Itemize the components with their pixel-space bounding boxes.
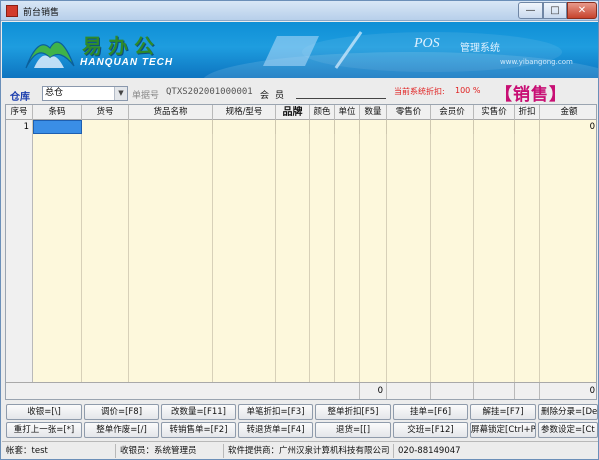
- discount-cell[interactable]: [515, 120, 540, 134]
- column-divider: [128, 120, 129, 382]
- order-discount-button[interactable]: 整单折扣[F5]: [315, 404, 391, 420]
- col-header-amount[interactable]: 金额: [540, 105, 596, 120]
- close-button[interactable]: ✕: [567, 2, 597, 19]
- amount-total: 0: [589, 386, 595, 396]
- hold-order-button[interactable]: 挂单=[F6]: [393, 404, 468, 420]
- bill-number: QTXS202001000001: [166, 87, 253, 97]
- return-button[interactable]: 退货=[[]: [315, 422, 391, 438]
- col-header-color[interactable]: 颜色: [310, 105, 335, 120]
- totals-spacer: [474, 383, 515, 399]
- shift-handover-button[interactable]: 交班=[F12]: [393, 422, 468, 438]
- chevron-down-icon[interactable]: ▼: [114, 87, 127, 100]
- status-provider: 软件提供商：广州汉泉计算机科技有限公司: [224, 444, 394, 458]
- totals-spacer: [387, 383, 431, 399]
- logo-icon: [25, 41, 75, 69]
- reprint-button[interactable]: 重打上一张=[*]: [6, 422, 82, 438]
- col-header-item-no[interactable]: 货号: [82, 105, 129, 120]
- color-cell[interactable]: [310, 120, 335, 134]
- row-seq: 1: [6, 120, 33, 134]
- col-header-barcode[interactable]: 条码: [33, 105, 82, 120]
- status-cashier: 收银员：系统管理员: [116, 444, 224, 458]
- col-header-retail[interactable]: 零售价: [387, 105, 431, 120]
- line-discount-button[interactable]: 单笔折扣=[F3]: [238, 404, 313, 420]
- product-suffix: 管理系统: [460, 43, 500, 54]
- column-divider: [334, 120, 335, 382]
- col-header-qty[interactable]: 数量: [360, 105, 387, 120]
- column-divider: [430, 120, 431, 382]
- member-price-cell[interactable]: [431, 120, 474, 134]
- lock-screen-button[interactable]: 屏幕锁定[Ctrl+P]: [470, 422, 536, 438]
- to-sales-order-button[interactable]: 转销售单=[F2]: [161, 422, 236, 438]
- pos-window: 前台销售 — □ ✕ 易办公 HANQUAN TECH POS 管理系统 www…: [0, 0, 599, 460]
- warehouse-select[interactable]: 总仓 ▼: [42, 86, 128, 101]
- void-order-button[interactable]: 整单作废=[/]: [84, 422, 159, 438]
- col-header-actual[interactable]: 实售价: [474, 105, 515, 120]
- item-no-cell[interactable]: [82, 120, 129, 134]
- status-account: 帐套：test: [2, 444, 116, 458]
- totals-row: 0 0: [6, 382, 596, 399]
- adjust-price-button[interactable]: 调价=[F8]: [84, 404, 159, 420]
- column-divider: [212, 120, 213, 382]
- minimize-button[interactable]: —: [518, 2, 543, 19]
- status-bar: 帐套：test 收银员：系统管理员 软件提供商：广州汉泉计算机科技有限公司 02…: [2, 441, 598, 459]
- column-divider: [473, 120, 474, 382]
- sales-grid[interactable]: 序号 条码 货号 货品名称 规格/型号 品牌 颜色 单位 数量 零售价 会员价 …: [5, 104, 597, 400]
- warehouse-value: 总仓: [45, 88, 64, 98]
- column-divider: [309, 120, 310, 382]
- col-header-discount[interactable]: 折扣: [515, 105, 540, 120]
- brand-cell[interactable]: [276, 120, 310, 134]
- bill-number-label: 单据号: [132, 91, 160, 101]
- spec-cell[interactable]: [213, 120, 276, 134]
- warehouse-label: 仓库: [10, 92, 30, 103]
- delete-line-button[interactable]: 删除分录=[De: [538, 404, 598, 420]
- qty-total: 0: [360, 383, 387, 399]
- status-phone: 020-88149047: [398, 446, 461, 456]
- logo-subtitle: HANQUAN TECH: [80, 57, 174, 68]
- col-header-member-price[interactable]: 会员价: [431, 105, 474, 120]
- totals-spacer: [431, 383, 474, 399]
- resume-order-button[interactable]: 解挂=[F7]: [470, 404, 536, 420]
- member-input[interactable]: [296, 98, 386, 99]
- settings-button[interactable]: 参数设定=[Ct: [538, 422, 598, 438]
- info-row: 仓库 总仓 ▼ 单据号 QTXS202001000001 会员 当前系统折扣: …: [2, 78, 598, 105]
- name-cell[interactable]: [129, 120, 213, 134]
- checkout-button[interactable]: 收银=[\]: [6, 404, 82, 420]
- logo-text: 易办公: [82, 34, 160, 58]
- column-divider: [514, 120, 515, 382]
- col-header-seq[interactable]: 序号: [6, 105, 33, 120]
- website-url: www.yibangong.com: [500, 58, 573, 66]
- discount-label: 当前系统折扣:: [394, 87, 445, 96]
- app-icon: [6, 5, 18, 17]
- column-divider: [359, 120, 360, 382]
- sales-mode-title: 【销售】: [495, 85, 567, 105]
- column-divider: [539, 120, 540, 382]
- header-banner: 易办公 HANQUAN TECH POS 管理系统 www.yibangong.…: [2, 22, 598, 78]
- retail-cell[interactable]: [387, 120, 431, 134]
- amount-cell[interactable]: 0: [540, 120, 596, 134]
- grid-header: 序号 条码 货号 货品名称 规格/型号 品牌 颜色 单位 数量 零售价 会员价 …: [6, 105, 596, 120]
- maximize-button[interactable]: □: [543, 2, 567, 19]
- unit-cell[interactable]: [335, 120, 360, 134]
- column-divider: [81, 120, 82, 382]
- col-header-brand[interactable]: 品牌: [276, 105, 310, 120]
- actual-price-cell[interactable]: [474, 120, 515, 134]
- title-bar: 前台销售 — □ ✕: [1, 1, 598, 21]
- col-header-spec[interactable]: 规格/型号: [213, 105, 276, 120]
- qty-cell[interactable]: [360, 120, 387, 134]
- window-title: 前台销售: [23, 8, 60, 18]
- totals-spacer: [6, 383, 360, 399]
- change-qty-button[interactable]: 改数量=[F11]: [161, 404, 236, 420]
- member-label: 会员: [260, 91, 291, 101]
- product-name: POS: [414, 36, 440, 51]
- col-header-unit[interactable]: 单位: [335, 105, 360, 120]
- row-header-column: [6, 120, 33, 382]
- barcode-cell[interactable]: [33, 120, 82, 134]
- totals-spacer: [515, 383, 540, 399]
- to-return-order-button[interactable]: 转退货单=[F4]: [238, 422, 313, 438]
- table-row[interactable]: 1 0: [6, 120, 596, 134]
- discount-value: 100 %: [455, 86, 481, 95]
- column-divider: [386, 120, 387, 382]
- column-divider: [275, 120, 276, 382]
- col-header-name[interactable]: 货品名称: [129, 105, 213, 120]
